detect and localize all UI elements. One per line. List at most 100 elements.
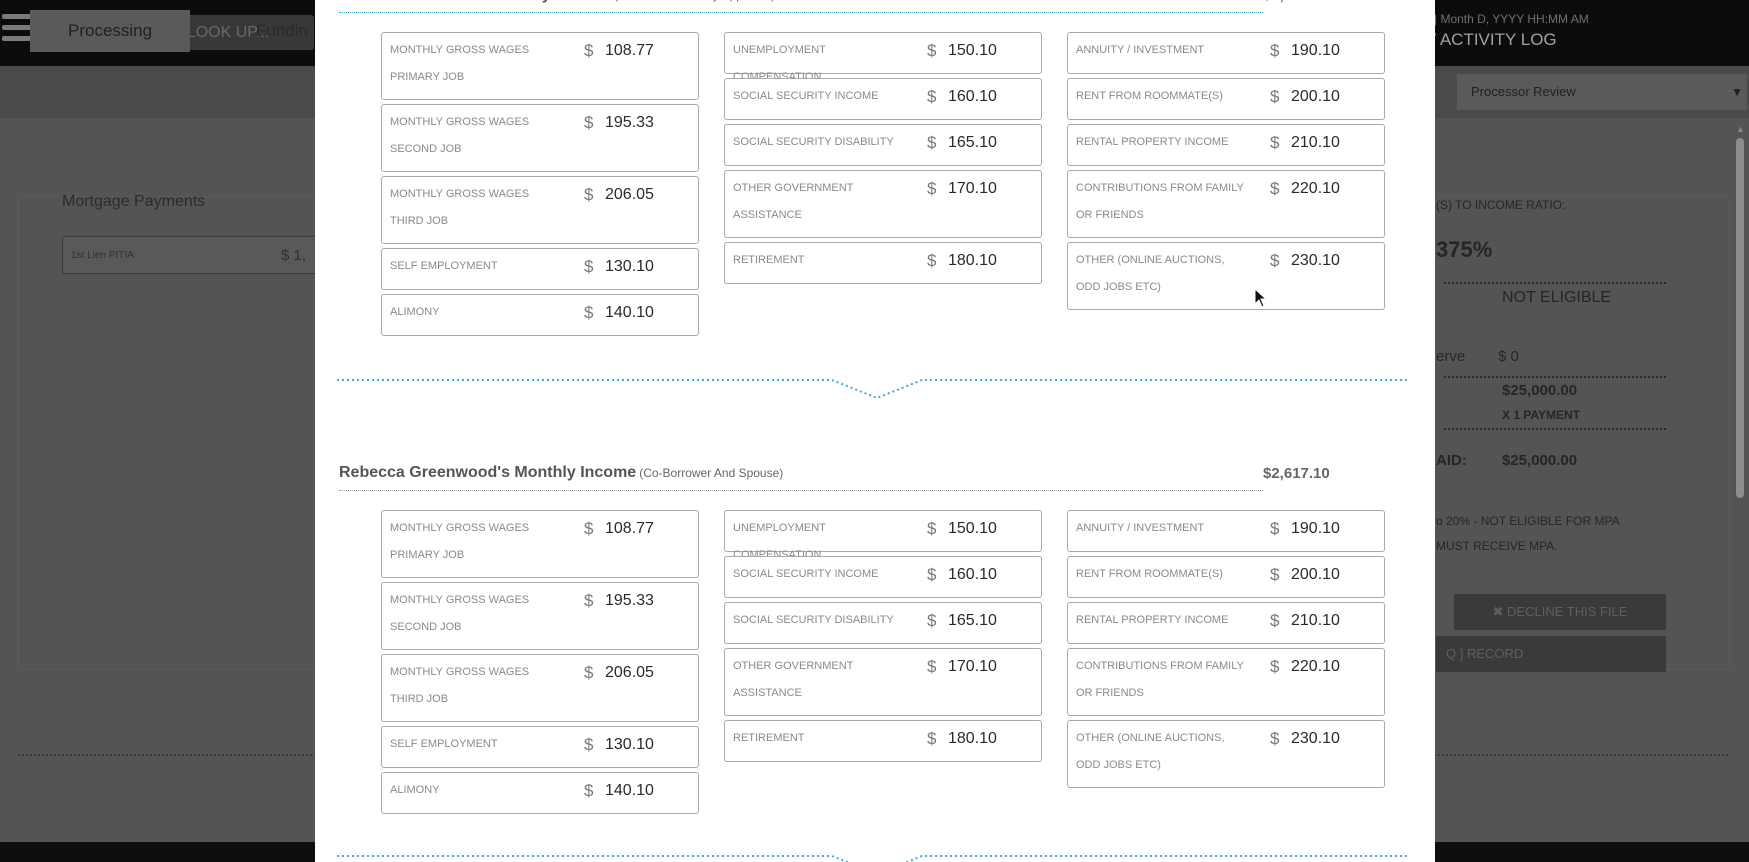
date-readout: | Month D, YYYY HH:MM AM [1434, 12, 1589, 26]
currency-symbol: $ [584, 519, 594, 538]
income-field-value[interactable]: 206.05 [605, 186, 654, 204]
income-field[interactable]: RETIREMENT $180.10 [724, 720, 1042, 762]
income-field[interactable]: RENTAL PROPERTY INCOME $210.10 [1067, 602, 1385, 644]
activity-log-link[interactable]: W ACTIVITY LOG [1420, 30, 1557, 50]
currency-symbol: $ [927, 657, 937, 676]
income-field-label: OTHER GOVERNMENT ASSISTANCE [733, 660, 854, 699]
eligibility-status: NOT ELIGIBLE [1502, 289, 1612, 306]
income-field[interactable]: MONTHLY GROSS WAGES PRIMARY JOB $108.77 [381, 510, 699, 578]
income-field[interactable]: MONTHLY GROSS WAGES PRIMARY JOB $108.77 [381, 32, 699, 100]
income-field[interactable]: MONTHLY GROSS WAGES SECOND JOB $195.33 [381, 104, 699, 172]
amount-value: $25,000.00 [1502, 382, 1578, 399]
currency-symbol: $ [1270, 179, 1280, 198]
currency-symbol: $ [927, 133, 937, 152]
income-field[interactable]: MONTHLY GROSS WAGES THIRD JOB $206.05 [381, 654, 699, 722]
income-field[interactable]: ALIMONY $140.10 [381, 294, 699, 336]
income-field-value[interactable]: 180.10 [948, 730, 997, 748]
income-field-value[interactable]: 190.10 [1291, 520, 1340, 538]
currency-symbol: $ [1270, 519, 1280, 538]
income-field-value[interactable]: 230.10 [1291, 730, 1340, 748]
income-field[interactable]: OTHER (ONLINE AUCTIONS, ODD JOBS ETC) $23… [1067, 720, 1385, 788]
income-field-value[interactable]: 108.77 [605, 42, 654, 60]
reserve-label: erve [1436, 348, 1466, 365]
income-field-label: SOCIAL SECURITY INCOME [733, 568, 879, 580]
income-field-value[interactable]: 210.10 [1291, 134, 1340, 152]
income-field-value[interactable]: 140.10 [605, 782, 654, 800]
income-field[interactable]: OTHER GOVERNMENT ASSISTANCE $170.10 [724, 170, 1042, 238]
record-button[interactable]: Q ] RECORD [1436, 636, 1666, 672]
currency-symbol: $ [1270, 251, 1280, 270]
income-field-value[interactable]: 108.77 [605, 520, 654, 538]
income-field-value[interactable]: 195.33 [605, 592, 654, 610]
income-field[interactable]: SELF EMPLOYMENT $130.10 [381, 726, 699, 768]
scrollbar-thumb[interactable] [1736, 138, 1744, 498]
income-field[interactable]: OTHER GOVERNMENT ASSISTANCE $170.10 [724, 648, 1042, 716]
background-rule [1444, 428, 1666, 430]
income-field-value[interactable]: 170.10 [948, 658, 997, 676]
income-field-value[interactable]: 160.10 [948, 88, 997, 106]
income-field[interactable]: SOCIAL SECURITY INCOME $160.10 [724, 556, 1042, 598]
income-field[interactable]: MONTHLY GROSS WAGES SECOND JOB $195.33 [381, 582, 699, 650]
income-field-value[interactable]: 220.10 [1291, 180, 1340, 198]
first-lien-field[interactable]: 1st Lien PITIA $ 1, [62, 236, 324, 274]
income-field[interactable]: UNEMPLOYMENT COMPENSATION $150.10 [724, 510, 1042, 561]
income-field-value[interactable]: 160.10 [948, 566, 997, 584]
currency-symbol: $ [584, 591, 594, 610]
income-field[interactable]: ALIMONY $140.10 [381, 772, 699, 814]
currency-symbol: $ [1270, 729, 1280, 748]
income-field[interactable]: ANNUITY / INVESTMENT $190.10 [1067, 510, 1385, 552]
section-divider [337, 855, 1407, 862]
income-field-value[interactable]: 190.10 [1291, 42, 1340, 60]
income-field[interactable]: UNEMPLOYMENT COMPENSATION $150.10 [724, 32, 1042, 83]
mouse-cursor-icon [1254, 288, 1268, 308]
income-field-value[interactable]: 220.10 [1291, 658, 1340, 676]
income-field-value[interactable]: 180.10 [948, 252, 997, 270]
income-field-value[interactable]: 150.10 [948, 520, 997, 538]
status-select[interactable]: Processor Review ▼ [1457, 74, 1747, 110]
income-field-value[interactable]: 200.10 [1291, 88, 1340, 106]
income-field[interactable]: CONTRIBUTIONS FROM FAMILY OR FRIENDS $220… [1067, 170, 1385, 238]
income-field-value[interactable]: 206.05 [605, 664, 654, 682]
note-line: o 20% - NOT ELIGIBLE FOR MPA [1436, 514, 1620, 528]
section-total: $2,617.10 [1263, 465, 1330, 482]
income-field-label: RENT FROM ROOMMATE(S) [1076, 568, 1223, 580]
income-field-label: RENTAL PROPERTY INCOME [1076, 136, 1229, 148]
income-field[interactable]: SOCIAL SECURITY DISABILITY $165.10 [724, 124, 1042, 166]
income-field-label: SOCIAL SECURITY DISABILITY [733, 136, 894, 148]
income-field-label: ALIMONY [390, 784, 440, 796]
income-field-value[interactable]: 140.10 [605, 304, 654, 322]
income-field-value[interactable]: 150.10 [948, 42, 997, 60]
currency-symbol: $ [927, 41, 937, 60]
income-field[interactable]: ANNUITY / INVESTMENT $190.10 [1067, 32, 1385, 74]
income-field[interactable]: RENT FROM ROOMMATE(S) $200.10 [1067, 78, 1385, 120]
income-field[interactable]: RENTAL PROPERTY INCOME $210.10 [1067, 124, 1385, 166]
currency-symbol: $ [584, 41, 594, 60]
income-field[interactable]: SOCIAL SECURITY INCOME $160.10 [724, 78, 1042, 120]
income-field[interactable]: CONTRIBUTIONS FROM FAMILY OR FRIENDS $220… [1067, 648, 1385, 716]
income-field-label: RETIREMENT [733, 254, 805, 266]
income-field[interactable]: SOCIAL SECURITY DISABILITY $165.10 [724, 602, 1042, 644]
income-field[interactable]: SELF EMPLOYMENT $130.10 [381, 248, 699, 290]
income-field-value[interactable]: 130.10 [605, 258, 654, 276]
decline-file-button[interactable]: ✖ DECLINE THIS FILE [1454, 594, 1666, 630]
section-title: Brian Greenwood's Monthly Income(Borrowe… [339, 0, 775, 4]
income-field-value[interactable]: 195.33 [605, 114, 654, 132]
borrower-name: Brian Greenwood's Monthly Income [339, 0, 611, 3]
income-field[interactable]: RENT FROM ROOMMATE(S) $200.10 [1067, 556, 1385, 598]
income-field-value[interactable]: 230.10 [1291, 252, 1340, 270]
income-field-value[interactable]: 165.10 [948, 134, 997, 152]
income-field-value[interactable]: 170.10 [948, 180, 997, 198]
income-field[interactable]: RETIREMENT $180.10 [724, 242, 1042, 284]
income-field[interactable]: OTHER (ONLINE AUCTIONS, ODD JOBS ETC) $23… [1067, 242, 1385, 310]
income-field[interactable]: MONTHLY GROSS WAGES THIRD JOB $206.05 [381, 176, 699, 244]
income-field-value[interactable]: 130.10 [605, 736, 654, 754]
currency-symbol: $ [1270, 657, 1280, 676]
income-field-label: MONTHLY GROSS WAGES THIRD JOB [390, 188, 530, 227]
income-field-value[interactable]: 200.10 [1291, 566, 1340, 584]
scroll-up-icon[interactable]: ▲ [1736, 124, 1745, 134]
income-field-value[interactable]: 165.10 [948, 612, 997, 630]
tab-processing[interactable]: Processing [30, 10, 191, 52]
payment-count: X 1 PAYMENT [1502, 408, 1581, 422]
currency-symbol: $ [927, 611, 937, 630]
income-field-value[interactable]: 210.10 [1291, 612, 1340, 630]
